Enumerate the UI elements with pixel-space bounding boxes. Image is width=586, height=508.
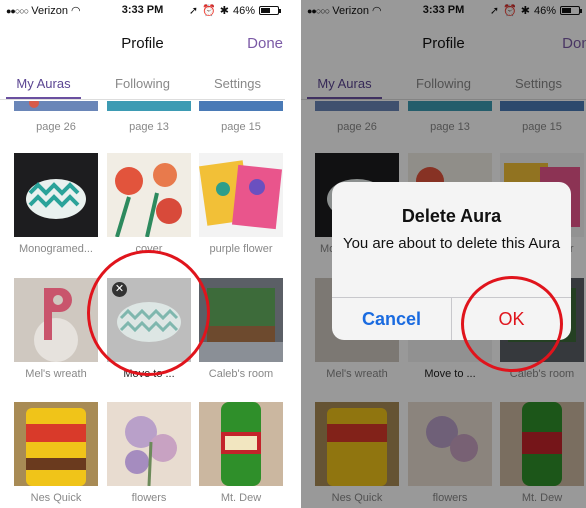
aura-label: flowers: [131, 492, 167, 504]
navigation-bar: Profile Done: [0, 20, 285, 64]
aura-label: page 26: [36, 121, 76, 133]
delete-aura-button[interactable]: ✕: [112, 282, 127, 297]
aura-label: Monogramed...: [19, 243, 93, 255]
location-icon: ➚: [188, 5, 199, 17]
ok-button[interactable]: OK: [452, 298, 571, 340]
aura-thumbnail: [199, 278, 283, 362]
alarm-icon: ⏰: [202, 5, 216, 17]
aura-label: purple flower: [209, 243, 273, 255]
done-button[interactable]: Done: [247, 35, 283, 52]
alert-message: You are about to delete this Aura: [342, 235, 561, 252]
delete-aura-alert: Delete Aura You are about to delete this…: [332, 182, 571, 340]
alert-title: Delete Aura: [401, 206, 502, 226]
page-title: Profile: [121, 35, 164, 52]
aura-thumbnail: [107, 101, 191, 111]
aura-thumbnail: [199, 101, 283, 111]
aura-label: page 13: [129, 121, 169, 133]
active-tab-indicator: [6, 97, 81, 99]
aura-thumbnail: [107, 153, 191, 237]
aura-label: cover: [135, 243, 163, 255]
aura-label: Caleb's room: [208, 368, 274, 380]
battery-percent: 46%: [232, 4, 255, 17]
aura-label: Nes Quick: [30, 492, 82, 504]
aura-thumbnail: [107, 402, 191, 486]
tab-my-auras[interactable]: My Auras: [0, 76, 91, 91]
bluetooth-icon: ✱: [219, 5, 229, 17]
aura-thumbnail: [14, 101, 98, 111]
aura-thumbnail: [14, 402, 98, 486]
aura-thumbnail: [14, 153, 98, 237]
aura-thumbnail: [14, 278, 98, 362]
cancel-button[interactable]: Cancel: [332, 298, 451, 340]
aura-label: Mt. Dew: [220, 492, 262, 504]
battery-icon: [259, 6, 281, 15]
tab-following[interactable]: Following: [95, 76, 190, 91]
aura-label: Move to ...: [123, 368, 175, 380]
aura-thumbnail: [199, 402, 283, 486]
profile-screen-edit-mode: ●●○○○ Verizon ◠ 3:33 PM ➚ ⏰ ✱ 46% Profil…: [0, 0, 285, 508]
tab-settings[interactable]: Settings: [190, 76, 285, 91]
status-bar: ●●○○○ Verizon ◠ 3:33 PM ➚ ⏰ ✱ 46%: [0, 0, 285, 20]
aura-label: Mel's wreath: [25, 368, 87, 380]
profile-screen-delete-alert: ●●○○○ Verizon ◠ 3:33 PM ➚ ⏰ ✱ 46% Profil…: [301, 0, 586, 508]
aura-thumbnail: [199, 153, 283, 237]
aura-grid[interactable]: page 26 page 13 page 15 Monogramed... co…: [0, 101, 285, 508]
tab-bar: My Auras Following Settings: [0, 66, 285, 100]
aura-label: page 15: [221, 121, 261, 133]
